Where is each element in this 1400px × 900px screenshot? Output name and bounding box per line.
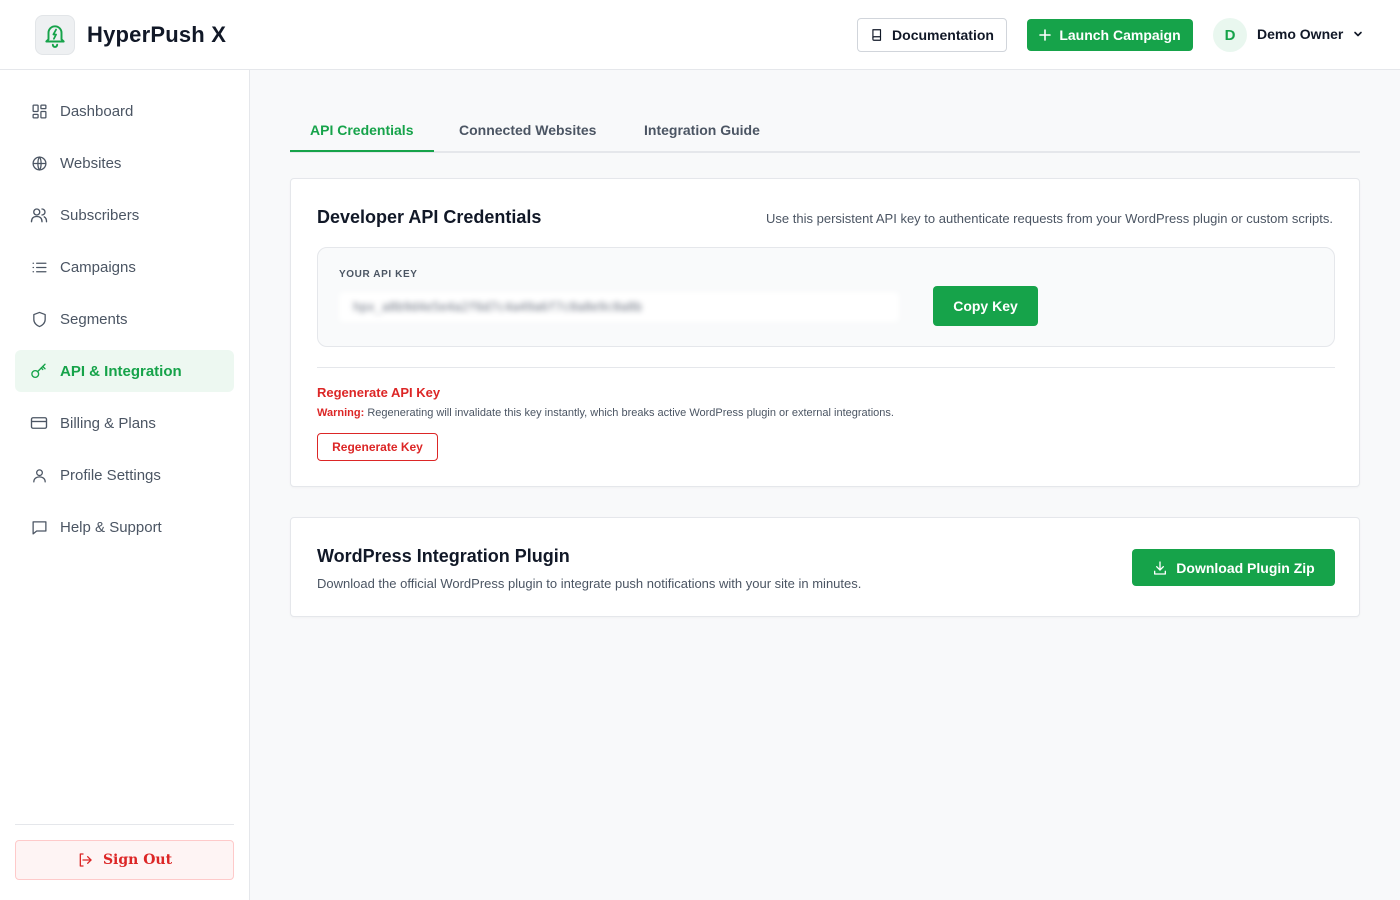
plus-icon [1039,29,1052,41]
warning-prefix: Warning: [317,407,365,419]
shield-icon [30,310,48,328]
users-icon [30,206,48,224]
download-plugin-button[interactable]: Download Plugin Zip [1132,549,1335,586]
user-icon [30,466,48,484]
sidebar-item-label: Websites [60,154,122,172]
documentation-label: Documentation [892,27,994,43]
documentation-button[interactable]: Documentation [857,18,1007,52]
plugin-title: WordPress Integration Plugin [317,546,570,566]
download-icon [1154,560,1167,575]
copy-key-button[interactable]: Copy Key [933,286,1038,326]
tab-connected-websites[interactable]: Connected Websites [459,122,596,138]
chevron-down-icon[interactable] [1352,28,1364,40]
book-icon [872,29,882,41]
sidebar-item-dashboard[interactable]: Dashboard [15,90,234,132]
logout-icon [79,853,92,867]
top-header: HyperPush X Documentation Launch Campaig… [0,0,1400,70]
sign-out-button[interactable]: Sign Out [15,840,234,880]
list-icon [30,258,48,276]
launch-campaign-button[interactable]: Launch Campaign [1027,19,1193,51]
regenerate-warning: Warning: Regenerating will invalidate th… [317,407,894,419]
avatar[interactable]: D [1213,18,1247,52]
download-plugin-label: Download Plugin Zip [1176,559,1315,576]
sidebar-item-subscribers[interactable]: Subscribers [15,194,234,236]
sidebar-item-label: Campaigns [60,258,136,276]
sidebar-item-label: Billing & Plans [60,414,156,432]
active-tab-indicator [290,150,434,152]
sidebar-item-help-support[interactable]: Help & Support [15,506,234,548]
key-icon [30,362,48,380]
tab-integration-guide[interactable]: Integration Guide [644,122,760,138]
api-key-value[interactable]: hpx_a8b9d4e5e4a2f6d7c4a49a6f7c0a8e9c0a8b [339,292,899,322]
plugin-description: Download the official WordPress plugin t… [317,576,862,591]
credit-card-icon [30,414,48,432]
bell-icon [45,25,65,48]
warning-text: Regenerating will invalidate this key in… [367,407,894,419]
credentials-description: Use this persistent API key to authentic… [766,211,1333,226]
sidebar-item-segments[interactable]: Segments [15,298,234,340]
sidebar-item-billing[interactable]: Billing & Plans [15,402,234,444]
sidebar: Dashboard Websites Subscribers Campaigns… [0,70,250,900]
app-logo[interactable] [35,15,75,55]
api-key-panel: YOUR API KEY hpx_a8b9d4e5e4a2f6d7c4a49a6… [317,247,1335,347]
sign-out-label: Sign Out [102,852,173,868]
sidebar-item-campaigns[interactable]: Campaigns [15,246,234,288]
plugin-card: WordPress Integration Plugin Download th… [290,517,1360,617]
sidebar-item-label: Segments [60,310,128,328]
sidebar-item-label: Dashboard [60,102,134,120]
globe-icon [30,154,48,172]
message-icon [30,518,48,536]
user-name[interactable]: Demo Owner [1257,26,1343,42]
regenerate-key-button[interactable]: Regenerate Key [317,433,438,461]
sidebar-item-api-integration[interactable]: API & Integration [15,350,234,392]
credentials-card: Developer API Credentials Use this persi… [290,178,1360,487]
api-key-label: YOUR API KEY [339,269,418,280]
tab-api-credentials[interactable]: API Credentials [310,122,413,138]
sidebar-item-label: API & Integration [60,362,182,380]
sidebar-item-websites[interactable]: Websites [15,142,234,184]
sidebar-divider [15,824,234,825]
sidebar-item-profile-settings[interactable]: Profile Settings [15,454,234,496]
sidebar-item-label: Profile Settings [60,466,161,484]
sidebar-item-label: Subscribers [60,206,140,224]
grid-icon [30,102,48,120]
sidebar-item-label: Help & Support [60,518,162,536]
regenerate-title: Regenerate API Key [317,385,441,400]
credentials-title: Developer API Credentials [317,207,542,227]
section-divider [317,367,1335,368]
launch-campaign-label: Launch Campaign [1059,27,1181,43]
tab-bar: API Credentials Connected Websites Integ… [290,110,1360,153]
app-name: HyperPush X [87,22,227,47]
